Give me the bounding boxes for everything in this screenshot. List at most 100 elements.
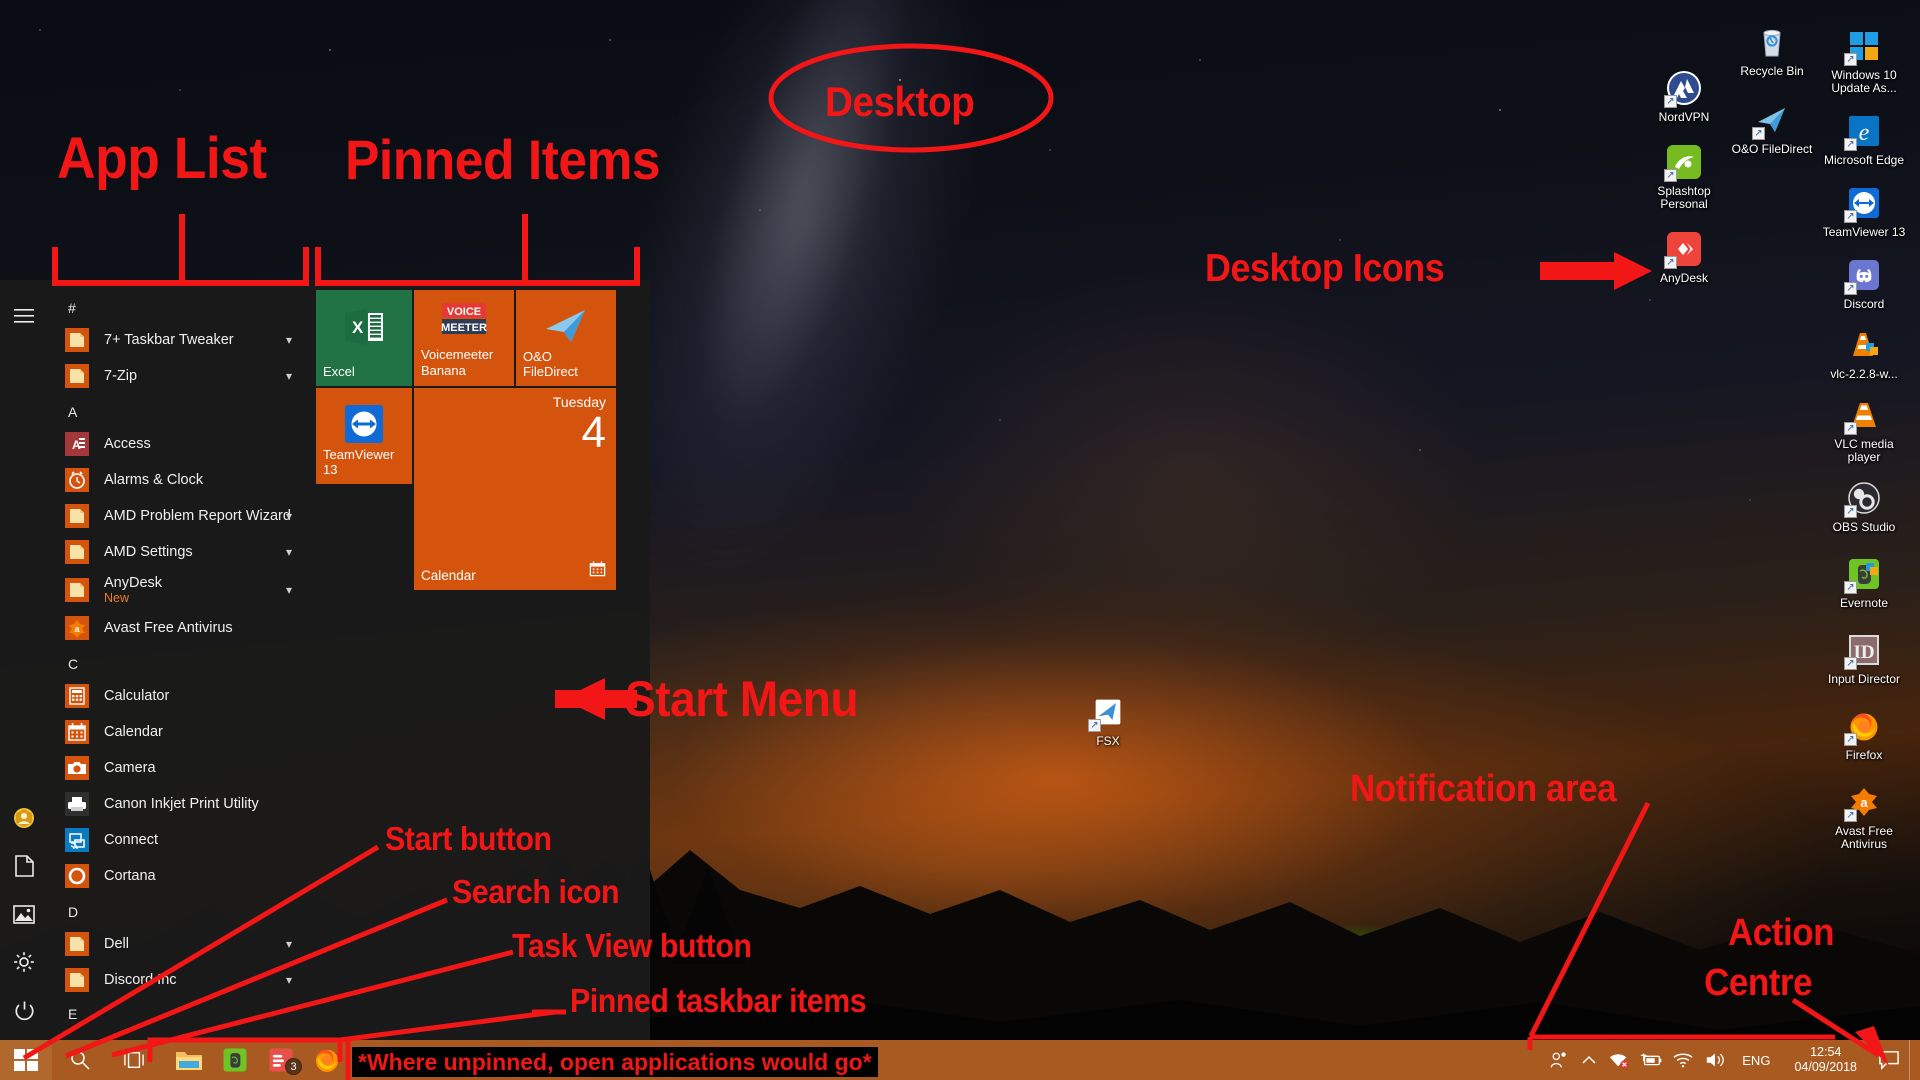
desktop-icon-nordvpn[interactable]: NordVPN: [1636, 68, 1732, 124]
taskbar-item-file-explorer[interactable]: [166, 1040, 212, 1080]
tile-voicemeeter-banana[interactable]: VOICE MEETER Voicemeeter Banana: [414, 290, 514, 386]
desktop-icon-label: NordVPN: [1658, 110, 1710, 124]
taskbar-item-evernote[interactable]: [212, 1040, 258, 1080]
documents-icon[interactable]: [0, 842, 48, 890]
battery-icon[interactable]: [1636, 1040, 1666, 1080]
clock-icon: [64, 467, 90, 493]
action-centre-button[interactable]: [1871, 1040, 1907, 1080]
app-list-item-amd-problem-report-wizard[interactable]: AMD Problem Report Wizard ▾: [48, 498, 304, 534]
app-list-item-label: Connect: [104, 832, 159, 848]
desktop-icon-input-director[interactable]: ID Input Director: [1816, 630, 1912, 686]
app-list-item-7-taskbar-tweaker[interactable]: 7+ Taskbar Tweaker ▾: [48, 322, 304, 358]
chevron-down-icon[interactable]: ▾: [286, 583, 292, 597]
people-icon[interactable]: [1544, 1040, 1574, 1080]
desktop-icon-label: Firefox: [1845, 748, 1883, 762]
shortcut-badge: [1664, 256, 1677, 269]
app-list-item-calculator[interactable]: Calculator: [48, 678, 304, 714]
speaker-icon[interactable]: [1700, 1040, 1730, 1080]
folder-icon: [64, 539, 90, 565]
pictures-icon[interactable]: [0, 890, 48, 938]
chevron-down-icon[interactable]: ▾: [286, 973, 292, 987]
chevron-down-icon[interactable]: ▾: [286, 509, 292, 523]
hamburger-icon[interactable]: [0, 292, 48, 340]
tile-grid: X Excel VOICE MEETER Voicemeeter Banana O…: [316, 290, 636, 620]
desktop-icon-anydesk[interactable]: AnyDesk: [1636, 229, 1732, 285]
desktop-icon-discord[interactable]: Discord: [1816, 255, 1912, 311]
app-list-item-access[interactable]: A Access: [48, 426, 304, 462]
start-menu[interactable]: # 7+ Taskbar Tweaker ▾ 7-Zip ▾ A A Acces…: [0, 280, 650, 1040]
power-icon[interactable]: [0, 986, 48, 1034]
app-list-item-canon-inkjet-print-utility[interactable]: Canon Inkjet Print Utility: [48, 786, 304, 822]
app-list-item-camera[interactable]: Camera: [48, 750, 304, 786]
taskbar-badge-count: 3: [285, 1058, 302, 1075]
app-list-item-anydesk[interactable]: AnyDesk New ▾: [48, 570, 304, 610]
recycle-bin-icon: [1752, 22, 1792, 62]
clock[interactable]: 12:54 04/09/2018: [1782, 1045, 1869, 1075]
desktop-icon-evernote[interactable]: Evernote: [1816, 554, 1912, 610]
app-list-item-alarms-clock[interactable]: Alarms & Clock: [48, 462, 304, 498]
shortcut-badge: [1664, 95, 1677, 108]
search-icon[interactable]: [52, 1040, 108, 1080]
task-view-button[interactable]: [108, 1040, 160, 1080]
vlc-icon: [1844, 395, 1884, 435]
calendar-glyph-icon: [588, 559, 607, 583]
chevron-down-icon[interactable]: ▾: [286, 545, 292, 559]
desktop-icon-oo-filedirect[interactable]: O&O FileDirect: [1724, 100, 1820, 156]
chevron-down-icon[interactable]: ▾: [286, 369, 292, 383]
windows-update-icon: [1844, 26, 1884, 66]
wifi-icon[interactable]: [1668, 1040, 1698, 1080]
teamviewer-icon: [1844, 183, 1884, 223]
tile-excel[interactable]: X Excel: [316, 290, 412, 386]
desktop-icon-obs-studio[interactable]: OBS Studio: [1816, 478, 1912, 534]
language-indicator[interactable]: ENG: [1732, 1053, 1780, 1068]
chevron-down-icon[interactable]: ▾: [286, 937, 292, 951]
desktop-icon-microsoft-edge[interactable]: e Microsoft Edge: [1816, 111, 1912, 167]
desktop-icon-windows-update[interactable]: Windows 10 Update As...: [1816, 26, 1912, 95]
tile-calendar[interactable]: Tuesday 4 Calendar: [414, 388, 616, 590]
desktop-icon-vlc-installer[interactable]: vlc-2.2.8-w...: [1816, 325, 1912, 381]
desktop-icon-recycle-bin[interactable]: Recycle Bin: [1724, 22, 1820, 78]
desktop-icon-fsx[interactable]: FSX: [1060, 692, 1156, 748]
desktop-icon-avast[interactable]: a Avast Free Antivirus: [1816, 782, 1912, 851]
firefox-icon: [1844, 706, 1884, 746]
desktop-icon-firefox[interactable]: Firefox: [1816, 706, 1912, 762]
app-list-item-calendar[interactable]: Calendar: [48, 714, 304, 750]
shortcut-badge: [1088, 719, 1101, 732]
chevron-up-icon[interactable]: [1576, 1040, 1602, 1080]
app-list-item-label: Discord Inc: [104, 972, 177, 988]
tile-label: Excel: [323, 364, 355, 379]
start-menu-rail-bottom: [0, 794, 48, 1034]
app-list-item-amd-settings[interactable]: AMD Settings ▾: [48, 534, 304, 570]
desktop-icon-teamviewer[interactable]: TeamViewer 13: [1816, 183, 1912, 239]
show-desktop-button[interactable]: [1909, 1040, 1916, 1080]
app-list-item-7-zip[interactable]: 7-Zip ▾: [48, 358, 304, 394]
shortcut-badge: [1844, 53, 1857, 66]
desktop-icon-label: vlc-2.2.8-w...: [1830, 367, 1898, 381]
desktop-icon-vlc-media-player[interactable]: VLC media player: [1816, 395, 1912, 464]
user-account-icon[interactable]: [0, 794, 48, 842]
evernote-icon: [1844, 554, 1884, 594]
edge-icon: e: [1844, 111, 1884, 151]
taskbar-item-todoist[interactable]: 3: [258, 1040, 304, 1080]
app-list-item-discord-inc[interactable]: Discord Inc ▾: [48, 962, 304, 998]
desktop-icon-label: Evernote: [1839, 596, 1889, 610]
excel-icon: X: [316, 290, 412, 364]
svg-text:X: X: [352, 318, 364, 337]
avast-icon: a: [1844, 782, 1884, 822]
desktop-icon-splashtop[interactable]: Splashtop Personal: [1636, 142, 1732, 211]
wifi-error-icon[interactable]: [1604, 1040, 1634, 1080]
teamviewer-icon: [316, 388, 412, 460]
chevron-down-icon[interactable]: ▾: [286, 333, 292, 347]
settings-gear-icon[interactable]: [0, 938, 48, 986]
tile-teamviewer-13[interactable]: TeamViewer 13: [316, 388, 412, 484]
tile-oo-filedirect[interactable]: O&O FileDirect: [516, 290, 616, 386]
app-list-section-header: E: [68, 1006, 78, 1022]
app-list-item-cortana[interactable]: Cortana: [48, 858, 304, 894]
taskbar-item-firefox[interactable]: [304, 1040, 350, 1080]
start-menu-app-list[interactable]: # 7+ Taskbar Tweaker ▾ 7-Zip ▾ A A Acces…: [48, 280, 304, 1040]
start-button[interactable]: [0, 1040, 52, 1080]
app-list-item-avast-free-antivirus[interactable]: a Avast Free Antivirus: [48, 610, 304, 646]
app-list-item-label: AMD Settings: [104, 544, 193, 560]
app-list-item-dell[interactable]: Dell ▾: [48, 926, 304, 962]
app-list-item-connect[interactable]: Connect: [48, 822, 304, 858]
